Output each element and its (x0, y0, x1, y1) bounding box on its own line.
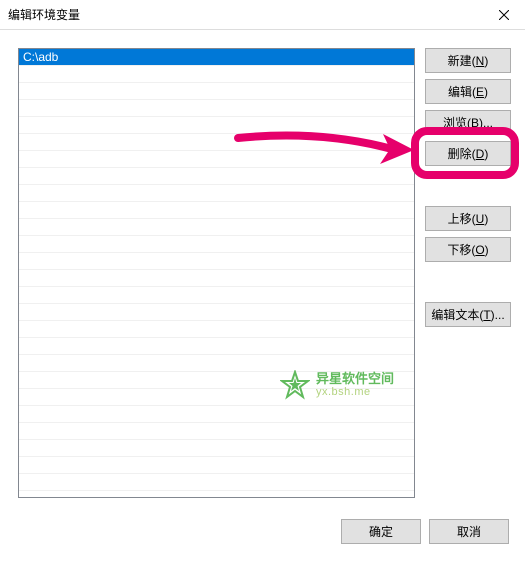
list-item[interactable] (19, 372, 414, 389)
btn-label: 下移( (447, 241, 475, 258)
dialog-content: C:\adb 新建(N) 编辑(E) 浏览(B). (0, 30, 525, 513)
list-item[interactable] (19, 304, 414, 321)
list-item[interactable] (19, 287, 414, 304)
btn-suffix: )... (491, 308, 505, 322)
btn-accelerator: E (476, 85, 484, 99)
close-button[interactable] (483, 0, 525, 30)
list-item[interactable] (19, 219, 414, 236)
browse-button[interactable]: 浏览(B)... (425, 110, 511, 135)
list-item[interactable] (19, 151, 414, 168)
ok-button[interactable]: 确定 (341, 519, 421, 544)
list-item[interactable] (19, 202, 414, 219)
delete-button[interactable]: 删除(D) (425, 141, 511, 166)
spacer (425, 172, 511, 200)
move-down-button[interactable]: 下移(O) (425, 237, 511, 262)
list-item[interactable] (19, 423, 414, 440)
env-var-listbox[interactable]: C:\adb (18, 48, 415, 498)
list-item[interactable] (19, 134, 414, 151)
btn-accelerator: N (476, 54, 485, 68)
list-item[interactable] (19, 389, 414, 406)
btn-label: 删除( (448, 145, 476, 162)
list-item[interactable] (19, 406, 414, 423)
list-item[interactable] (19, 83, 414, 100)
list-item[interactable] (19, 338, 414, 355)
btn-suffix: ) (484, 85, 488, 99)
list-item[interactable] (19, 100, 414, 117)
list-item[interactable] (19, 66, 414, 83)
btn-suffix: )... (479, 116, 493, 130)
list-item[interactable] (19, 236, 414, 253)
button-sidebar: 新建(N) 编辑(E) 浏览(B)... 删除(D) 上移(U) 下移(O) 编… (425, 48, 511, 499)
btn-accelerator: B (471, 116, 479, 130)
list-item[interactable] (19, 440, 414, 457)
list-item[interactable] (19, 355, 414, 372)
list-item[interactable] (19, 474, 414, 491)
btn-label: 编辑文本( (431, 306, 483, 323)
list-item[interactable] (19, 117, 414, 134)
btn-label: 编辑( (448, 83, 476, 100)
new-button[interactable]: 新建(N) (425, 48, 511, 73)
btn-accelerator: D (476, 147, 485, 161)
btn-accelerator: U (476, 212, 485, 226)
list-item[interactable] (19, 168, 414, 185)
btn-label: 新建( (448, 52, 476, 69)
list-item[interactable] (19, 321, 414, 338)
list-item[interactable] (19, 457, 414, 474)
move-up-button[interactable]: 上移(U) (425, 206, 511, 231)
btn-label: 上移( (448, 210, 476, 227)
btn-label: 浏览( (443, 114, 471, 131)
dialog-footer: 确定 取消 (0, 513, 525, 563)
list-item[interactable]: C:\adb (19, 49, 414, 66)
list-item[interactable] (19, 270, 414, 287)
btn-suffix: ) (484, 212, 488, 226)
btn-suffix: ) (484, 147, 488, 161)
list-item[interactable] (19, 185, 414, 202)
dialog-title: 编辑环境变量 (8, 6, 80, 23)
btn-accelerator: O (475, 243, 484, 257)
list-item[interactable] (19, 253, 414, 270)
cancel-button[interactable]: 取消 (429, 519, 509, 544)
btn-accelerator: T (483, 308, 490, 322)
btn-suffix: ) (485, 243, 489, 257)
btn-suffix: ) (484, 54, 488, 68)
edit-button[interactable]: 编辑(E) (425, 79, 511, 104)
titlebar: 编辑环境变量 (0, 0, 525, 30)
edit-text-button[interactable]: 编辑文本(T)... (425, 302, 511, 327)
spacer (425, 268, 511, 296)
close-icon (499, 10, 509, 20)
